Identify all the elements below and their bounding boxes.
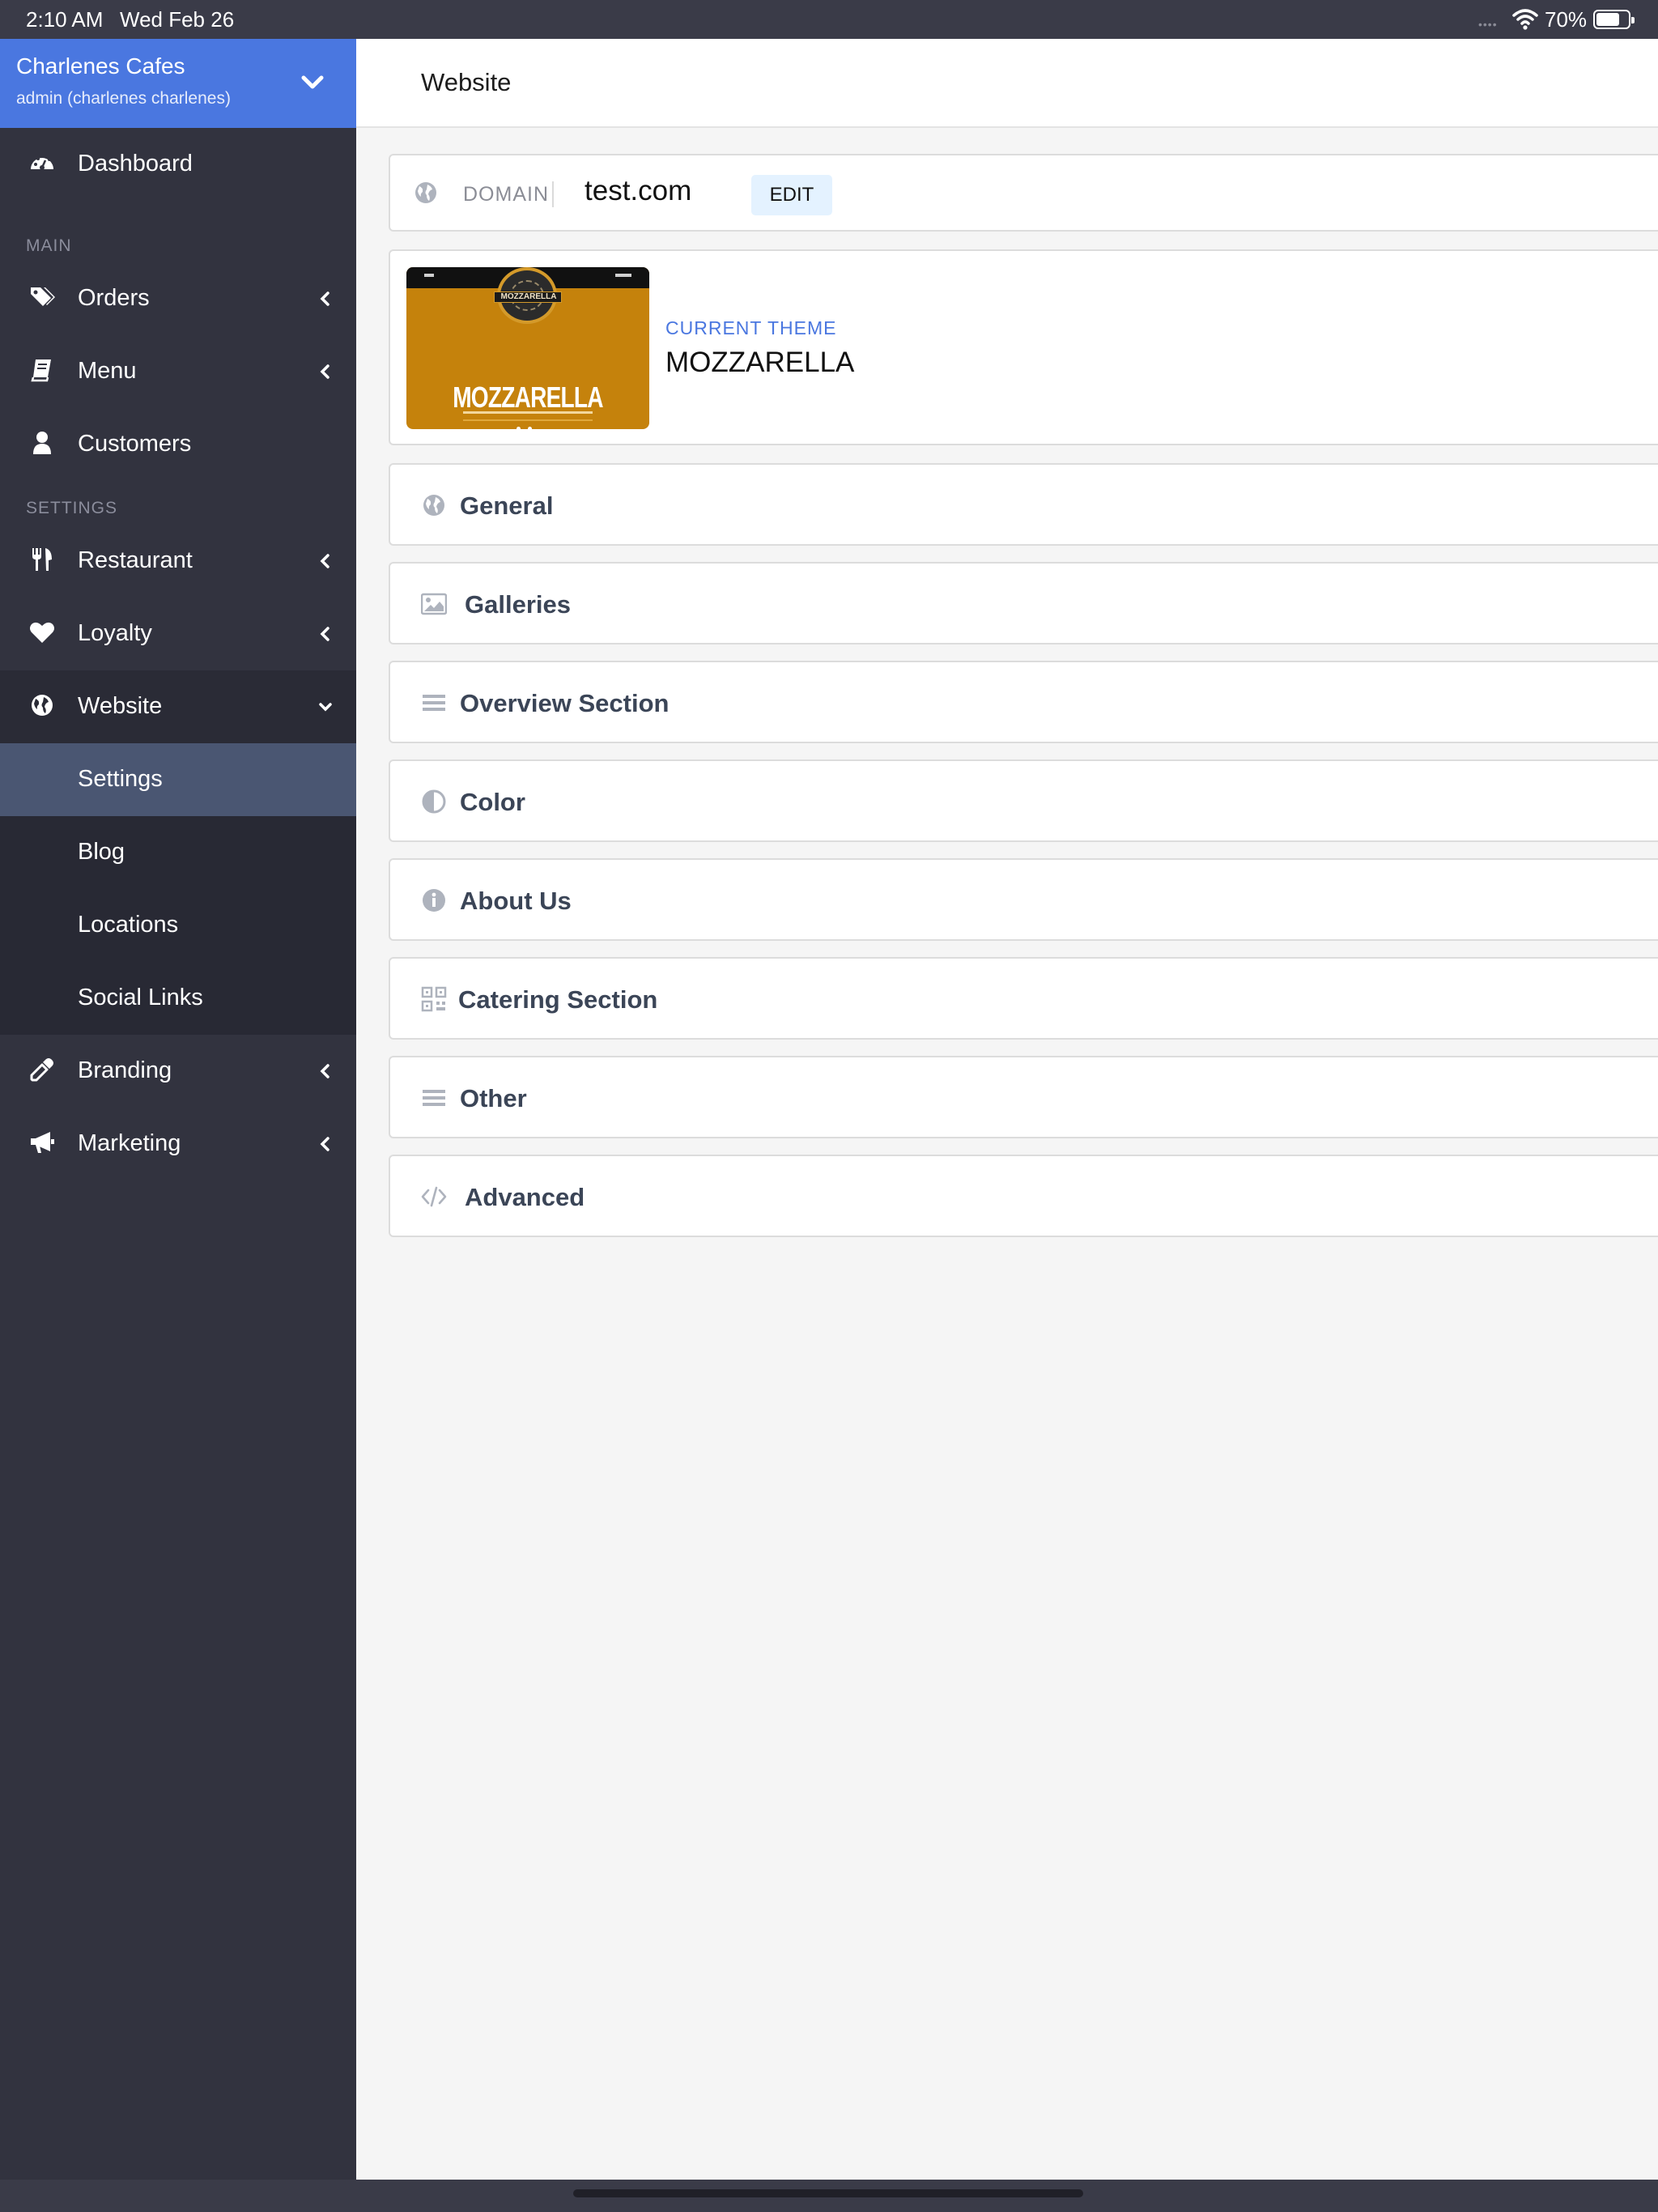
domain-label: DOMAIN — [463, 183, 549, 206]
theme-thumbnail-title: MOZZARELLA — [453, 381, 603, 414]
sidebar-item-label: Branding — [78, 1057, 172, 1083]
sidebar-item-label: Dashboard — [78, 151, 193, 177]
section-label: Other — [460, 1084, 527, 1112]
list-icon — [423, 695, 445, 711]
sidebar-item-orders[interactable]: Orders — [0, 262, 356, 335]
contrast-icon — [422, 789, 446, 814]
section-color[interactable]: Color — [389, 759, 1658, 842]
chevron-left-icon — [320, 1137, 329, 1151]
section-label: Overview Section — [460, 689, 670, 717]
current-theme-name: MOZZARELLA — [665, 347, 855, 378]
domain-card: DOMAIN test.com EDIT — [389, 154, 1658, 232]
qrcode-icon — [421, 986, 447, 1012]
sidebar-subitem-label: Blog — [78, 839, 125, 865]
section-label: General — [460, 491, 554, 520]
sidebar-subitem-blog[interactable]: Blog — [0, 816, 356, 889]
section-catering[interactable]: Catering Section — [389, 957, 1658, 1040]
code-icon — [421, 1186, 447, 1207]
user-icon — [33, 432, 51, 454]
theme-badge-text: MOZZARELLA — [500, 292, 557, 301]
sidebar-item-label: Orders — [78, 285, 150, 311]
theme-thumbnail[interactable]: MOZZARELLA MOZZARELLA — [406, 267, 649, 429]
page-header: Website — [356, 39, 1658, 128]
account-user: admin (charlenes charlenes) — [16, 89, 231, 108]
heart-icon — [30, 622, 54, 643]
sidebar-item-label: Loyalty — [78, 620, 152, 646]
battery-percentage: 70% — [1545, 7, 1588, 32]
domain-divider — [552, 181, 554, 207]
status-date: Wed Feb 26 — [120, 7, 235, 32]
sidebar-item-label: Menu — [78, 358, 137, 384]
sidebar-subitem-settings[interactable]: Settings — [0, 743, 356, 816]
eyedropper-icon — [30, 1058, 53, 1082]
list-icon — [423, 1090, 445, 1106]
chevron-left-icon — [320, 554, 329, 568]
sidebar-subitem-locations[interactable]: Locations — [0, 889, 356, 962]
chevron-down-icon — [319, 703, 332, 712]
account-switcher[interactable]: Charlenes Cafes admin (charlenes charlen… — [0, 39, 356, 128]
image-icon — [421, 593, 447, 615]
section-label-main: MAIN — [26, 236, 72, 255]
sidebar-item-label: Website — [78, 693, 163, 719]
sidebar-item-menu[interactable]: Menu — [0, 335, 356, 408]
chevron-left-icon — [320, 291, 329, 306]
chevron-left-icon — [320, 364, 329, 379]
sidebar-subitem-label: Settings — [78, 766, 163, 792]
page-title: Website — [421, 68, 512, 96]
status-time: 2:10 AM — [26, 7, 104, 32]
edit-domain-button[interactable]: EDIT — [751, 175, 832, 215]
section-label-settings: SETTINGS — [26, 499, 118, 517]
section-label: About Us — [460, 887, 572, 915]
sidebar-subitem-social-links[interactable]: Social Links — [0, 962, 356, 1035]
section-about-us[interactable]: About Us — [389, 858, 1658, 941]
globe-icon — [32, 695, 53, 716]
sidebar-item-branding[interactable]: Branding — [0, 1035, 356, 1108]
dashboard-icon — [31, 155, 53, 170]
status-bar: 2:10 AM Wed Feb 26 •••• 70% — [0, 0, 1658, 39]
utensils-icon — [32, 548, 52, 571]
sidebar-item-website[interactable]: Website — [0, 670, 356, 743]
sidebar-item-marketing[interactable]: Marketing — [0, 1108, 356, 1180]
section-galleries[interactable]: Galleries — [389, 562, 1658, 644]
chevron-left-icon — [320, 1064, 329, 1078]
battery-icon — [1593, 10, 1635, 29]
globe-icon — [423, 495, 444, 516]
sidebar-item-restaurant[interactable]: Restaurant — [0, 525, 356, 598]
section-label: Color — [460, 788, 525, 816]
chevron-down-icon — [301, 75, 324, 89]
sidebar-item-loyalty[interactable]: Loyalty — [0, 598, 356, 670]
book-icon — [31, 359, 51, 382]
sidebar-item-customers[interactable]: Customers — [0, 408, 356, 481]
section-advanced[interactable]: Advanced — [389, 1155, 1658, 1237]
sidebar-subitem-label: Social Links — [78, 985, 203, 1010]
bullhorn-icon — [31, 1132, 54, 1153]
sidebar-item-dashboard[interactable]: Dashboard — [0, 128, 356, 201]
info-icon — [423, 889, 445, 912]
section-overview[interactable]: Overview Section — [389, 661, 1658, 743]
sidebar: Charlenes Cafes admin (charlenes charlen… — [0, 39, 356, 2180]
section-other[interactable]: Other — [389, 1056, 1658, 1138]
sidebar-subitem-label: Locations — [78, 912, 179, 938]
section-label: Catering Section — [458, 985, 658, 1014]
domain-value: test.com — [585, 175, 692, 206]
sidebar-item-label: Marketing — [78, 1130, 181, 1156]
section-label: Galleries — [465, 590, 571, 619]
account-name: Charlenes Cafes — [16, 53, 185, 79]
section-general[interactable]: General — [389, 463, 1658, 546]
current-theme-card[interactable]: MOZZARELLA MOZZARELLA CURRENT THEME MOZZ… — [389, 249, 1658, 445]
globe-icon — [415, 182, 436, 203]
current-theme-label: CURRENT THEME — [665, 317, 837, 338]
home-indicator-area — [0, 2180, 1658, 2212]
section-label: Advanced — [465, 1183, 585, 1211]
main-content: Website DOMAIN test.com EDIT MOZZARELLA … — [356, 39, 1658, 2180]
sidebar-item-label: Restaurant — [78, 547, 193, 573]
chevron-left-icon — [320, 627, 329, 641]
sidebar-item-label: Customers — [78, 431, 192, 457]
tags-icon — [31, 287, 55, 306]
wifi-icon — [1512, 9, 1538, 30]
cellular-signal-icon: •••• — [1478, 18, 1498, 31]
home-indicator[interactable] — [573, 2189, 1083, 2197]
